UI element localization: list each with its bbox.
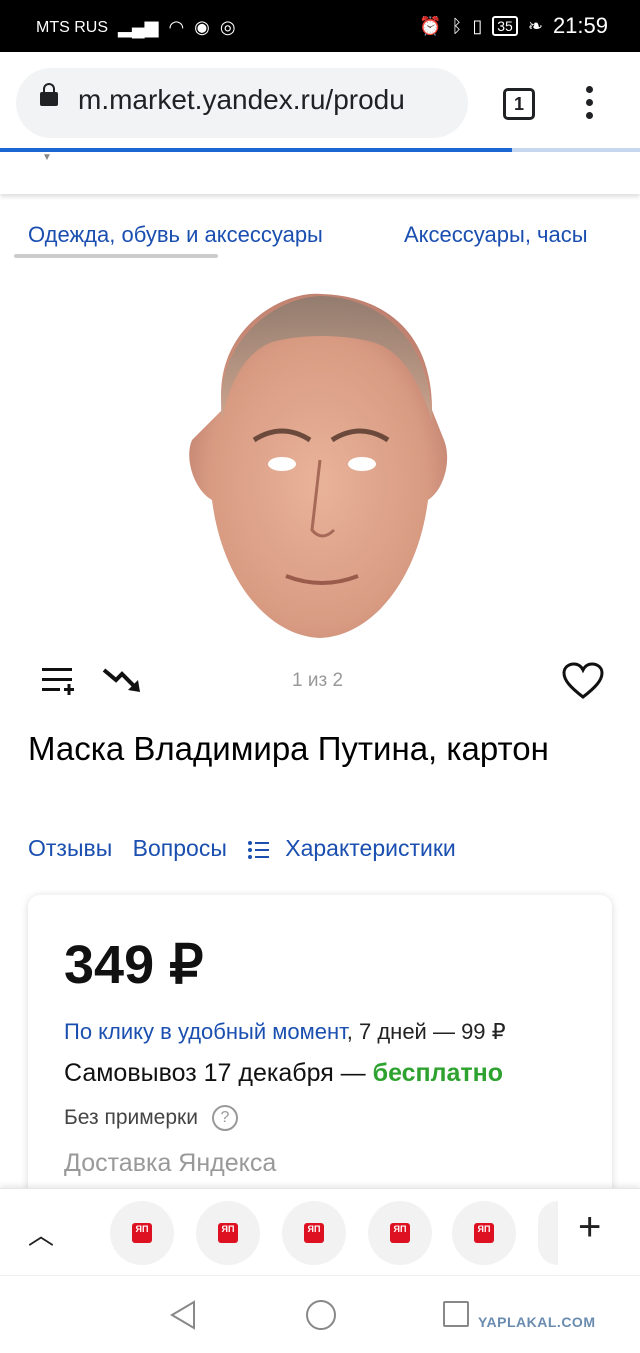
pickup-free-label: бесплатно [372, 1059, 504, 1087]
eye-icon: ◉ [194, 17, 210, 37]
recents-square-icon[interactable] [443, 1301, 469, 1327]
more-menu-icon[interactable] [586, 86, 594, 125]
tab-thumbnail[interactable]: ЯП [282, 1201, 346, 1265]
home-circle-icon[interactable] [306, 1300, 336, 1330]
breadcrumb-item-accessories[interactable]: Аксессуары, часы [404, 222, 588, 248]
tab-questions[interactable]: Вопросы [133, 835, 227, 861]
whatsapp-icon: ◎ [219, 17, 236, 37]
specs-list-icon [248, 840, 270, 859]
caret-down-icon: ▼ [42, 152, 52, 163]
price-trend-icon[interactable] [102, 664, 142, 696]
clock: 21:59 [552, 13, 608, 38]
system-navigation-bar: YAPLAKAL.COM [0, 1275, 640, 1353]
courier-delivery-terms: , 7 дней — 99 ₽ [346, 1019, 506, 1044]
tab-thumbnail[interactable]: ЯП [196, 1201, 260, 1265]
watermark: YAPLAKAL.COM [478, 1314, 596, 1330]
product-image[interactable] [182, 290, 454, 640]
wifi-icon: ◠ [168, 17, 185, 37]
leaf-icon: ❧ [527, 15, 543, 36]
fitting-label: Без примерки [64, 1106, 198, 1129]
alarm-icon: ⏰ [419, 15, 442, 36]
sticky-header-shadow: ▼ [0, 152, 640, 194]
tab-switcher-button[interactable]: 1 [503, 88, 535, 120]
new-tab-plus-icon[interactable]: + [578, 1205, 601, 1250]
gallery-controls: 1 из 2 [0, 660, 640, 700]
status-bar: MTS RUS ▂▄▆ ◠ ◉ ◎ ⏰ ᛒ ▯ 35 ❧ 21:59 [0, 0, 640, 52]
carrier-name: MTS RUS [36, 18, 108, 36]
favorite-heart-icon[interactable] [562, 662, 604, 700]
breadcrumb-item-clothing[interactable]: Одежда, обувь и аксессуары [28, 222, 323, 248]
product-tabs: Отзывы Вопросы Характеристики [28, 835, 470, 862]
breadcrumb: Одежда, обувь и аксессуары Аксессуары, ч… [0, 222, 640, 262]
tab-specs[interactable]: Характеристики [285, 835, 456, 861]
yaplakal-favicon-icon: ЯП [474, 1223, 494, 1243]
battery-indicator: 35 [492, 16, 518, 36]
bottom-tab-strip: ︿ ЯП ЯП ЯП ЯП ЯП + [0, 1188, 640, 1275]
browser-toolbar: m.market.yandex.ru/produ 1 [0, 52, 640, 152]
url-text[interactable]: m.market.yandex.ru/produ [78, 84, 405, 116]
yaplakal-favicon-icon: ЯП [132, 1223, 152, 1243]
tab-thumbnail[interactable]: ЯП [110, 1201, 174, 1265]
bluetooth-icon: ᛒ [451, 15, 463, 36]
yaplakal-favicon-icon: ЯП [390, 1223, 410, 1243]
breadcrumb-scroll-indicator [14, 254, 218, 258]
tab-thumbnail-partial[interactable] [538, 1201, 558, 1265]
vibrate-icon: ▯ [472, 15, 483, 36]
gallery-counter: 1 из 2 [292, 670, 344, 691]
back-triangle-icon[interactable] [170, 1300, 196, 1330]
add-to-list-icon[interactable] [42, 666, 74, 696]
pickup-delivery: Самовывоз 17 декабря — бесплатно [64, 1059, 503, 1088]
tab-thumbnail[interactable]: ЯП [452, 1201, 516, 1265]
signal-icon: ▂▄▆ [118, 17, 159, 37]
delivery-service: Доставка Яндекса [64, 1149, 277, 1177]
price: 349 ₽ [64, 935, 204, 995]
fitting-info: Без примерки ? [64, 1105, 238, 1131]
yaplakal-favicon-icon: ЯП [218, 1223, 238, 1243]
courier-delivery: По клику в удобный момент, 7 дней — 99 ₽ [64, 1019, 506, 1045]
pickup-date: Самовывоз 17 декабря — [64, 1059, 373, 1087]
yaplakal-favicon-icon: ЯП [304, 1223, 324, 1243]
tab-thumbnail[interactable]: ЯП [368, 1201, 432, 1265]
tab-reviews[interactable]: Отзывы [28, 835, 112, 861]
offer-card: 349 ₽ По клику в удобный момент, 7 дней … [28, 895, 612, 1225]
address-bar[interactable]: m.market.yandex.ru/produ [16, 68, 468, 138]
chevron-up-icon[interactable]: ︿ [28, 1215, 54, 1252]
help-icon[interactable]: ? [211, 1105, 238, 1131]
product-title: Маска Владимира Путина, картон [28, 730, 549, 767]
courier-delivery-link[interactable]: По клику в удобный момент [64, 1019, 347, 1044]
lock-icon [40, 83, 58, 106]
